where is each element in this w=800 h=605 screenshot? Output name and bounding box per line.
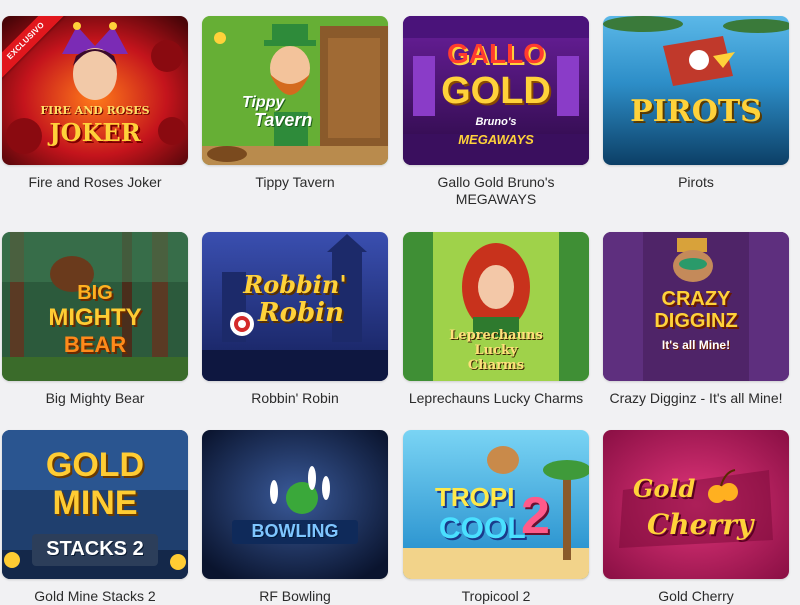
game-title[interactable]: Gallo Gold Bruno's MEGAWAYS <box>403 174 589 208</box>
game-logo-main: BOWLING <box>251 521 339 541</box>
game-card-tippy-tavern[interactable]: Tippy Tavern Tippy Tavern <box>202 16 388 191</box>
game-card-tropicool-2[interactable]: TROPI COOL 2 Tropicool 2 <box>403 430 589 605</box>
game-logo-top: GOLD <box>45 446 145 484</box>
game-logo-sub: It's all Mine! <box>661 338 731 352</box>
game-logo-main: DIGGINZ <box>654 310 738 332</box>
game-title[interactable]: Big Mighty Bear <box>2 390 188 407</box>
game-title[interactable]: Tippy Tavern <box>202 174 388 191</box>
game-thumbnail[interactable]: Tippy Tavern <box>202 16 388 165</box>
game-card-gold-mine-stacks-2[interactable]: GOLD MINE STACKS 2 Gold Mine Stacks 2 <box>2 430 188 605</box>
game-thumbnail[interactable]: EXCLUSIVO FIRE AND ROSES JOKER <box>2 16 188 165</box>
game-card-fire-and-roses-joker[interactable]: EXCLUSIVO FIRE AND ROSES JOKER Fire and … <box>2 16 188 191</box>
game-logo-sub: Charms <box>467 358 525 373</box>
game-logo-top: Gold <box>633 474 696 503</box>
game-card-gold-cherry[interactable]: Gold Cherry Gold Cherry <box>603 430 789 605</box>
game-card-big-mighty-bear[interactable]: BIG MIGHTY BEAR Big Mighty Bear <box>2 232 188 407</box>
game-card-robbin-robin[interactable]: Robbin' Robin Robbin' Robin <box>202 232 388 407</box>
game-logo-top: FIRE AND ROSES <box>40 104 150 117</box>
game-title[interactable]: Gold Mine Stacks 2 <box>2 588 188 605</box>
game-logo-main: Robin <box>258 298 344 328</box>
game-logo-top: CRAZY <box>661 288 731 310</box>
game-card-pirots[interactable]: PIROTS Pirots <box>603 16 789 191</box>
game-logo-main: Cherry <box>647 508 754 541</box>
game-logo-main: Lucky <box>474 343 518 358</box>
game-logo-top: GALLO <box>447 38 545 69</box>
game-logo-main: MIGHTY <box>48 304 142 331</box>
game-thumbnail[interactable]: GALLO GOLD Bruno's MEGAWAYS <box>403 16 589 165</box>
game-logo-main: Tavern <box>254 110 313 130</box>
game-logo-top: TROPI <box>435 482 515 512</box>
game-logo-sub: 2 <box>521 487 550 545</box>
game-logo-sub: STACKS 2 <box>46 538 144 560</box>
game-title[interactable]: Robbin' Robin <box>202 390 388 407</box>
game-thumbnail[interactable]: Robbin' Robin <box>202 232 388 381</box>
game-thumbnail[interactable]: BOWLING <box>202 430 388 579</box>
game-title[interactable]: RF Bowling <box>202 588 388 605</box>
game-thumbnail[interactable]: BIG MIGHTY BEAR <box>2 232 188 381</box>
game-logo-sub: Bruno's <box>475 116 517 128</box>
game-logo-main: COOL <box>439 512 526 545</box>
game-thumbnail[interactable]: GOLD MINE STACKS 2 <box>2 430 188 579</box>
game-title[interactable]: Leprechauns Lucky Charms <box>403 390 589 407</box>
game-title[interactable]: Pirots <box>603 174 789 191</box>
game-logo-top: BIG <box>77 282 113 304</box>
game-thumbnail[interactable]: Gold Cherry <box>603 430 789 579</box>
game-logo-main: MINE <box>52 484 138 522</box>
game-logo-sub: BEAR <box>63 332 127 357</box>
game-art <box>603 430 789 579</box>
game-logo-main: GOLD <box>441 70 551 112</box>
game-card-crazy-digginz[interactable]: CRAZY DIGGINZ It's all Mine! Crazy Diggi… <box>603 232 789 407</box>
game-art <box>202 16 388 165</box>
game-art <box>202 430 388 579</box>
game-card-rf-bowling[interactable]: BOWLING RF Bowling <box>202 430 388 605</box>
game-art <box>603 16 789 165</box>
game-logo-main: PIROTS <box>630 94 762 129</box>
game-logo-sub2: MEGAWAYS <box>458 132 534 147</box>
game-title[interactable]: Tropicool 2 <box>403 588 589 605</box>
game-thumbnail[interactable]: Leprechauns Lucky Charms <box>403 232 589 381</box>
game-thumbnail[interactable]: PIROTS <box>603 16 789 165</box>
game-card-leprechauns-lucky-charms[interactable]: Leprechauns Lucky Charms Leprechauns Luc… <box>403 232 589 407</box>
game-title[interactable]: Fire and Roses Joker <box>2 174 188 191</box>
game-card-gallo-gold[interactable]: GALLO GOLD Bruno's MEGAWAYS Gallo Gold B… <box>403 16 589 208</box>
game-thumbnail[interactable]: TROPI COOL 2 <box>403 430 589 579</box>
game-title[interactable]: Crazy Digginz - It's all Mine! <box>603 390 789 407</box>
game-logo-top: Robbin' <box>243 270 347 299</box>
game-title[interactable]: Gold Cherry <box>603 588 789 605</box>
game-logo-top: Leprechauns <box>449 328 543 343</box>
game-logo-main: JOKER <box>49 118 141 147</box>
games-grid: EXCLUSIVO FIRE AND ROSES JOKER Fire and … <box>0 0 800 604</box>
game-thumbnail[interactable]: CRAZY DIGGINZ It's all Mine! <box>603 232 789 381</box>
